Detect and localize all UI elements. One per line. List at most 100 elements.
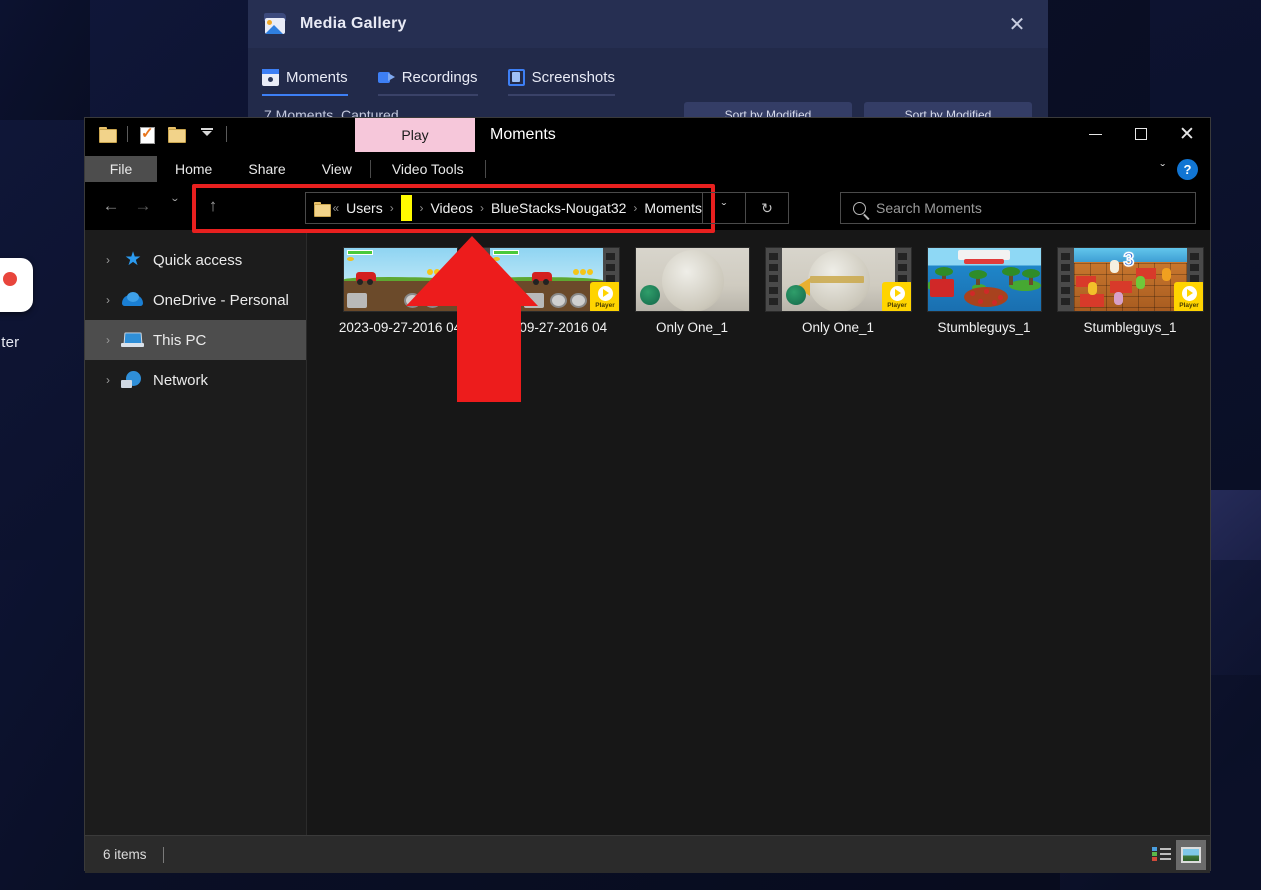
quick-access-toolbar (85, 118, 231, 144)
new-folder-icon[interactable] (167, 125, 187, 143)
sidebar-item-label: Network (153, 371, 209, 389)
address-bar-buttons: ˇ ↻ (703, 192, 789, 224)
sidebar-item-network[interactable]: › Network (85, 360, 306, 400)
forward-button[interactable]: → (127, 191, 159, 221)
media-gallery-window[interactable]: Media Gallery ✕ Moments Recordings Scree… (248, 0, 1048, 130)
divider (127, 126, 128, 142)
file-thumbnail (911, 244, 1057, 314)
tab-moments[interactable]: Moments (262, 69, 348, 96)
recordings-icon (377, 69, 395, 86)
window-controls: ✕ (1072, 118, 1210, 150)
player-badge-label: Player (887, 301, 907, 309)
navigation-pane: › ★ Quick access › OneDrive - Personal ›… (85, 230, 307, 835)
customize-dropdown-icon[interactable] (197, 125, 217, 143)
tab-view[interactable]: View (304, 156, 370, 182)
file-thumbnail: 3 Player (1057, 244, 1203, 314)
file-name: Stumbleguys_1 (1083, 320, 1177, 335)
browser-icon (0, 258, 33, 312)
list-item[interactable]: Stumbleguys_1 (911, 244, 1057, 337)
contextual-tab-play[interactable]: Play (355, 118, 475, 152)
media-gallery-titlebar: Media Gallery ✕ (248, 0, 1048, 48)
sidebar-item-this-pc[interactable]: › This PC (85, 320, 306, 360)
details-view-button[interactable] (1146, 840, 1176, 870)
sidebar-item-quick-access[interactable]: › ★ Quick access (85, 240, 306, 280)
breadcrumb-videos[interactable]: Videos (430, 200, 473, 216)
search-icon (853, 201, 866, 215)
tab-share[interactable]: Share (230, 156, 303, 182)
tab-home[interactable]: Home (157, 156, 230, 182)
tab-moments-label: Moments (286, 69, 348, 86)
refresh-button[interactable]: ↻ (746, 192, 789, 224)
view-mode-buttons (1146, 839, 1206, 870)
list-item[interactable]: Only One_1 (619, 244, 765, 337)
breadcrumb-bluestacks[interactable]: BlueStacks-Nougat32 (491, 200, 626, 216)
play-icon (1181, 285, 1197, 301)
tab-screenshots-label: Screenshots (531, 69, 615, 86)
search-placeholder: Search Moments (876, 200, 982, 216)
large-icons-view-icon (1181, 846, 1201, 863)
player-badge: Player (589, 281, 619, 311)
file-explorer-window[interactable]: Play Moments ✕ File Home Share View Vide… (85, 118, 1210, 873)
large-icons-view-button[interactable] (1176, 839, 1206, 870)
chevron-right-icon[interactable]: › (95, 333, 121, 347)
player-badge-label: Player (595, 301, 615, 309)
sidebar-item-onedrive[interactable]: › OneDrive - Personal (85, 280, 306, 320)
breadcrumb-separator: › (389, 201, 394, 215)
maximize-button[interactable] (1118, 118, 1164, 150)
back-button[interactable]: ← (95, 191, 127, 221)
player-badge: Player (881, 281, 911, 311)
properties-icon[interactable] (137, 125, 157, 144)
explorer-window-title: Moments (490, 126, 556, 143)
chevron-down-icon[interactable]: ˇ (1160, 161, 1165, 177)
tab-recordings[interactable]: Recordings (377, 69, 478, 96)
file-thumbnail (619, 244, 765, 314)
media-gallery-close-button[interactable]: ✕ (1002, 9, 1032, 39)
tab-video-tools[interactable]: Video Tools (369, 156, 486, 182)
address-history-dropdown[interactable]: ˇ (703, 192, 746, 224)
breadcrumb-separator: › (480, 201, 484, 215)
tab-file[interactable]: File (85, 156, 157, 182)
recent-locations-button[interactable]: ˇ (159, 191, 191, 221)
video-thumbnail: Player (765, 247, 911, 311)
pc-icon (121, 330, 145, 350)
tab-recordings-label: Recordings (401, 69, 478, 86)
play-icon (597, 285, 613, 301)
details-view-icon (1151, 847, 1171, 862)
list-item[interactable]: Player Only One_1 (765, 244, 911, 337)
chevron-right-icon[interactable]: › (95, 253, 121, 267)
explorer-titlebar: Play Moments ✕ (85, 118, 1210, 156)
file-name: Stumbleguys_1 (937, 320, 1031, 335)
video-thumbnail (635, 247, 749, 311)
ribbon-right-controls: ˇ ? (1160, 156, 1210, 182)
file-thumbnail: Player (765, 244, 911, 314)
divider (226, 126, 227, 142)
breadcrumb-overflow[interactable]: « (332, 201, 339, 215)
star-icon: ★ (124, 249, 142, 270)
up-button[interactable]: ↑ (197, 191, 229, 221)
breadcrumb-moments[interactable]: Moments (644, 200, 702, 216)
close-button[interactable]: ✕ (1164, 118, 1210, 150)
search-input[interactable]: Search Moments (840, 192, 1196, 224)
up-arrow-annotation (406, 236, 538, 402)
video-thumbnail: 3 Player (1057, 247, 1203, 311)
status-bar: 6 items (85, 835, 1210, 873)
chevron-right-icon[interactable]: › (95, 373, 121, 387)
breadcrumb-username-redacted[interactable] (400, 195, 413, 221)
sidebar-item-label: This PC (153, 331, 207, 349)
breadcrumb[interactable]: « Users › › Videos › BlueStacks-Nougat32… (305, 192, 703, 224)
folder-icon[interactable] (98, 125, 118, 143)
tab-screenshots[interactable]: Screenshots (507, 69, 615, 96)
play-icon (889, 285, 905, 301)
filmstrip-left (1057, 247, 1074, 311)
filmstrip-left (765, 247, 782, 311)
sidebar-item-label: Quick access (153, 251, 243, 269)
minimize-button[interactable] (1072, 118, 1118, 150)
browser-desktop-icon[interactable]: nter (0, 258, 34, 358)
address-bar-row: ← → ˇ ↑ « Users › › Videos › BlueStacks-… (85, 182, 1210, 233)
network-icon (121, 370, 145, 390)
list-item[interactable]: 3 Player Stumbleguys_1 (1057, 244, 1203, 337)
breadcrumb-users[interactable]: Users (346, 200, 383, 216)
chevron-right-icon[interactable]: › (95, 293, 121, 307)
media-gallery-icon (264, 13, 288, 35)
help-icon[interactable]: ? (1177, 158, 1198, 180)
